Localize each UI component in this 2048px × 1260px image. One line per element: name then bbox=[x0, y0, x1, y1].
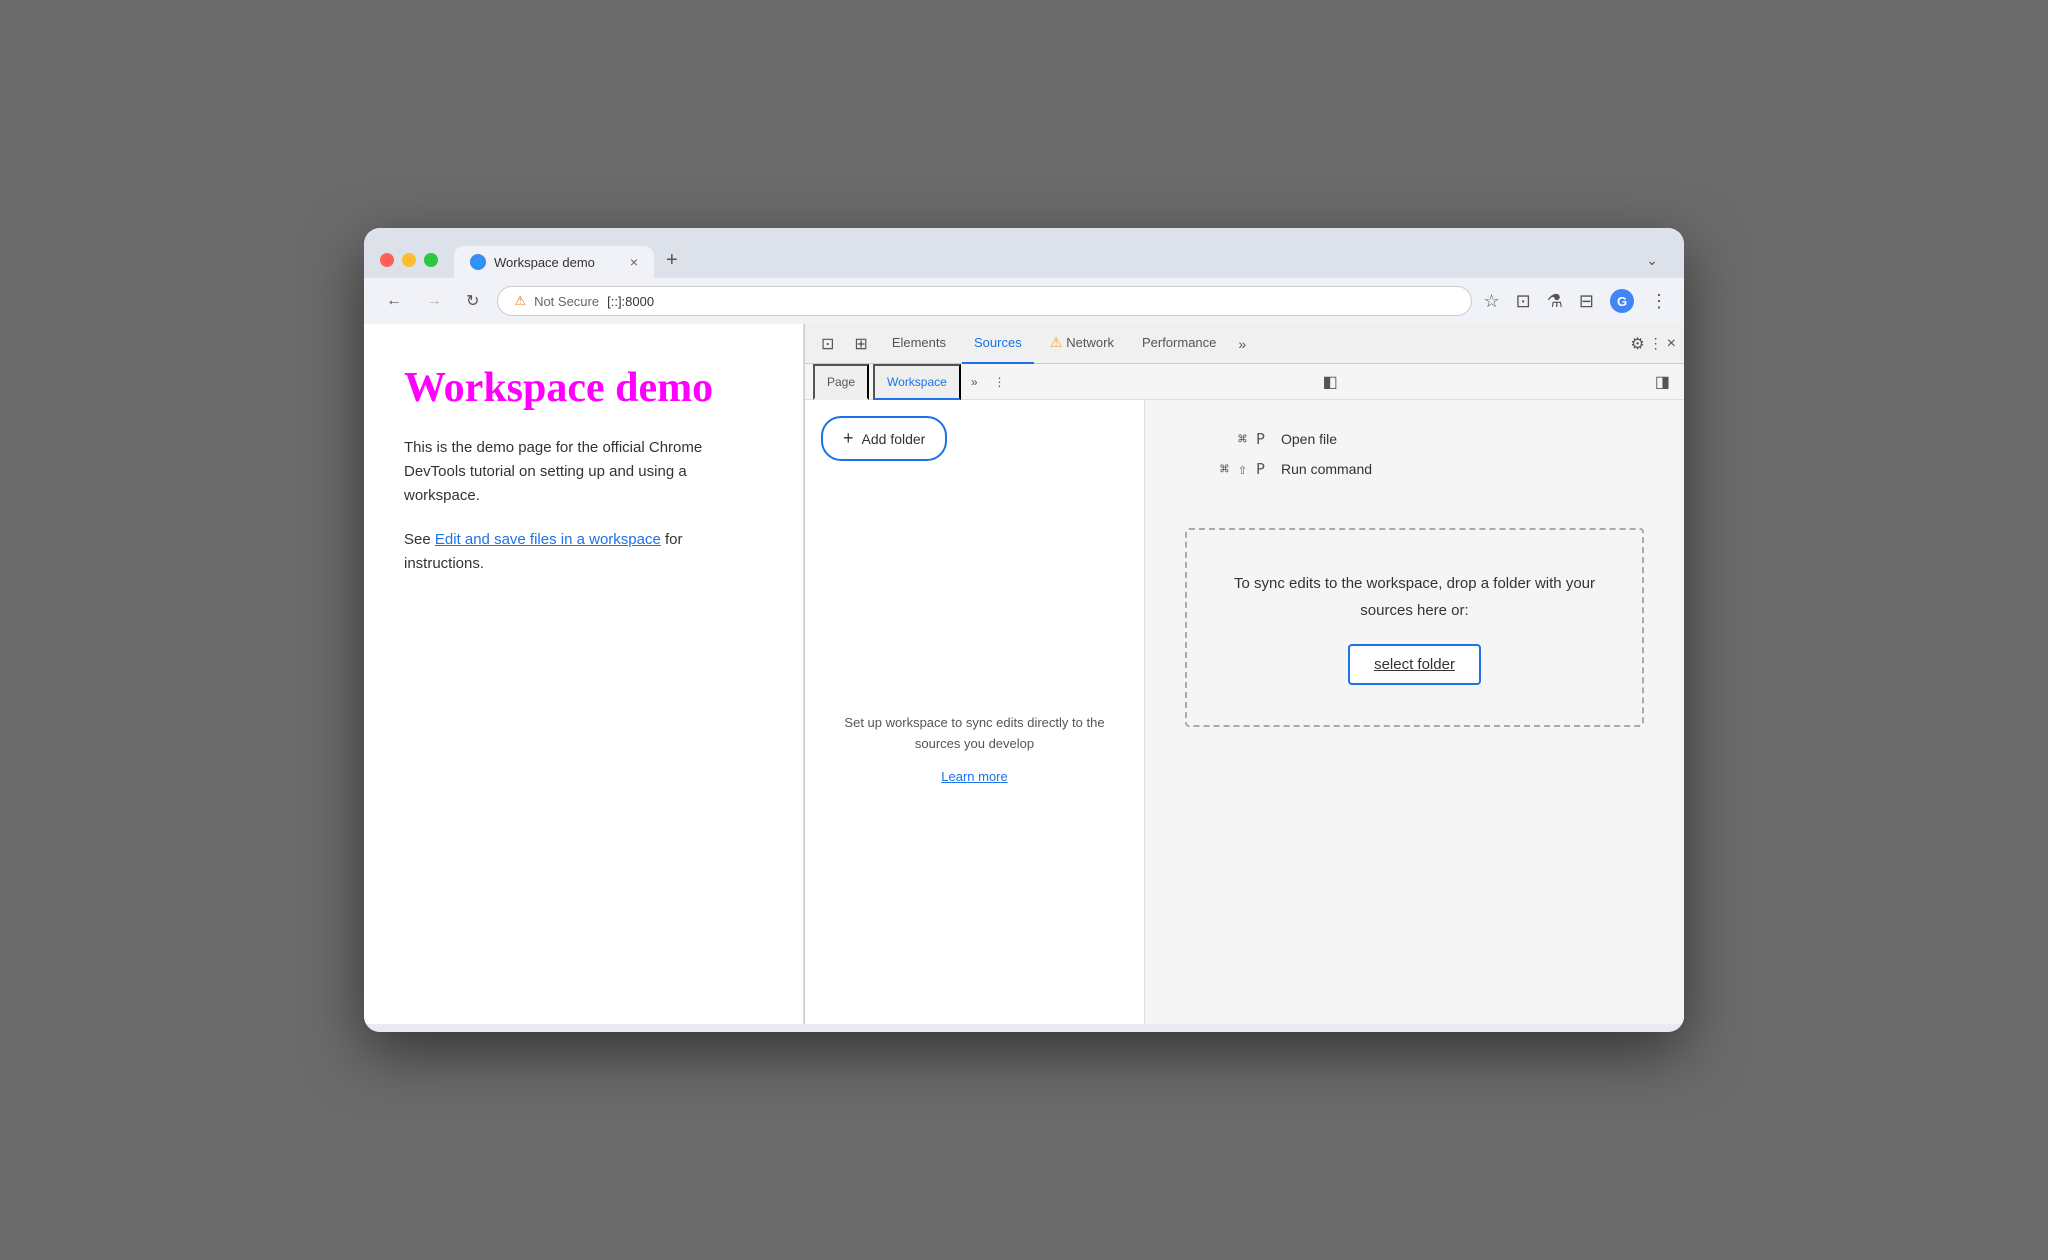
page-body-2-prefix: See bbox=[404, 531, 435, 548]
sources-tabs: Page Workspace » ⋮ ◧ ◨ bbox=[805, 364, 1684, 400]
active-tab[interactable]: 🌐 Workspace demo × bbox=[454, 246, 654, 278]
workspace-hint: Set up workspace to sync edits directly … bbox=[805, 477, 1144, 1024]
add-folder-button[interactable]: + Add folder bbox=[821, 416, 947, 461]
warning-icon: ⚠ bbox=[514, 293, 526, 309]
back-button[interactable]: ← bbox=[380, 288, 408, 314]
devtools-menu-icon[interactable]: ⋮ bbox=[1649, 335, 1663, 352]
sources-tab-page[interactable]: Page bbox=[813, 364, 869, 400]
add-folder-label: Add folder bbox=[862, 431, 926, 447]
keyboard-shortcuts: ⌘ P Open file ⌘ ⇧ P Run command bbox=[1165, 420, 1664, 488]
shortcut-run-command: ⌘ ⇧ P Run command bbox=[1185, 460, 1644, 478]
refresh-button[interactable]: ↻ bbox=[460, 287, 485, 315]
lab-icon[interactable]: ⚗ bbox=[1547, 291, 1563, 312]
drop-zone: To sync edits to the workspace, drop a f… bbox=[1185, 528, 1644, 727]
right-panel-toggle[interactable]: ◨ bbox=[1649, 370, 1676, 394]
browser-toolbar-icons: ☆ ⊡ ⚗ ⊟ G ⋮ bbox=[1484, 289, 1668, 313]
select-folder-button[interactable]: select folder bbox=[1348, 644, 1481, 685]
forward-button[interactable]: → bbox=[420, 288, 448, 314]
tab-title: Workspace demo bbox=[494, 255, 595, 270]
page-body-2: See Edit and save files in a workspace f… bbox=[404, 528, 763, 576]
page-content: Workspace demo This is the demo page for… bbox=[364, 324, 804, 1024]
page-body-1: This is the demo page for the official C… bbox=[404, 436, 763, 508]
page-title: Workspace demo bbox=[404, 364, 763, 412]
workspace-hint-text: Set up workspace to sync edits directly … bbox=[825, 713, 1124, 755]
inspect-element-button[interactable]: ⊡ bbox=[813, 330, 842, 358]
devtools-close-button[interactable]: × bbox=[1667, 335, 1676, 353]
tab-performance[interactable]: Performance bbox=[1130, 324, 1228, 364]
tab-menu-button[interactable]: ⌄ bbox=[1636, 246, 1668, 275]
sources-right-panel: ⌘ P Open file ⌘ ⇧ P Run command To sync … bbox=[1145, 400, 1684, 1024]
plus-icon: + bbox=[843, 428, 854, 449]
left-panel-toggle[interactable]: ◧ bbox=[1317, 370, 1344, 394]
tab-sources[interactable]: Sources bbox=[962, 324, 1034, 364]
traffic-lights bbox=[380, 253, 438, 267]
maximize-traffic-light[interactable] bbox=[424, 253, 438, 267]
settings-icon[interactable]: ⚙ bbox=[1630, 334, 1644, 354]
browser-window: 🌐 Workspace demo × + ⌄ ← → ↻ ⚠ Not Secur… bbox=[364, 228, 1684, 1032]
not-secure-label: Not Secure bbox=[534, 294, 599, 309]
sources-more-tabs-button[interactable]: » bbox=[965, 371, 984, 393]
devtools-toolbar: ⊡ ⊞ Elements Sources ⚠ Network Performan… bbox=[805, 324, 1684, 364]
sources-dots-menu[interactable]: ⋮ bbox=[988, 371, 1012, 393]
url-display: [::]:8000 bbox=[607, 294, 654, 309]
devtools-panel: ⊡ ⊞ Elements Sources ⚠ Network Performan… bbox=[804, 324, 1684, 1024]
title-bar: 🌐 Workspace demo × + ⌄ bbox=[364, 228, 1684, 278]
sources-panel: Page Workspace » ⋮ ◧ ◨ + bbox=[805, 364, 1684, 1024]
minimize-traffic-light[interactable] bbox=[402, 253, 416, 267]
content-area: Workspace demo This is the demo page for… bbox=[364, 324, 1684, 1024]
open-file-keys: ⌘ P bbox=[1185, 430, 1265, 448]
tab-close-button[interactable]: × bbox=[630, 255, 638, 269]
new-tab-button[interactable]: + bbox=[654, 242, 690, 278]
more-tabs-button[interactable]: » bbox=[1232, 332, 1252, 356]
close-traffic-light[interactable] bbox=[380, 253, 394, 267]
run-command-keys: ⌘ ⇧ P bbox=[1185, 460, 1265, 478]
shortcut-open-file: ⌘ P Open file bbox=[1185, 430, 1644, 448]
learn-more-link[interactable]: Learn more bbox=[941, 767, 1007, 788]
sources-left-panel: + Add folder Set up workspace to sync ed… bbox=[805, 400, 1145, 1024]
address-field[interactable]: ⚠ Not Secure [::]:8000 bbox=[497, 286, 1471, 316]
tab-favicon: 🌐 bbox=[470, 254, 486, 270]
split-icon[interactable]: ⊟ bbox=[1579, 291, 1594, 312]
open-file-label: Open file bbox=[1281, 431, 1337, 447]
tab-network[interactable]: ⚠ Network bbox=[1038, 324, 1126, 364]
device-mode-button[interactable]: ⊞ bbox=[846, 330, 875, 358]
browser-menu-icon[interactable]: ⋮ bbox=[1650, 291, 1668, 312]
tab-elements[interactable]: Elements bbox=[880, 324, 958, 364]
run-command-label: Run command bbox=[1281, 461, 1372, 477]
avatar[interactable]: G bbox=[1610, 289, 1634, 313]
drop-zone-text: To sync edits to the workspace, drop a f… bbox=[1217, 570, 1612, 624]
network-warning-icon: ⚠ bbox=[1050, 334, 1063, 351]
workspace-link[interactable]: Edit and save files in a workspace bbox=[435, 531, 661, 548]
bookmark-icon[interactable]: ☆ bbox=[1484, 291, 1500, 312]
tab-bar: 🌐 Workspace demo × + bbox=[454, 242, 1626, 278]
address-bar: ← → ↻ ⚠ Not Secure [::]:8000 ☆ ⊡ ⚗ ⊟ G ⋮ bbox=[364, 278, 1684, 324]
extensions-icon[interactable]: ⊡ bbox=[1516, 291, 1531, 312]
sources-content: + Add folder Set up workspace to sync ed… bbox=[805, 400, 1684, 1024]
bottom-bar bbox=[364, 1024, 1684, 1032]
sources-tab-workspace[interactable]: Workspace bbox=[873, 364, 961, 400]
